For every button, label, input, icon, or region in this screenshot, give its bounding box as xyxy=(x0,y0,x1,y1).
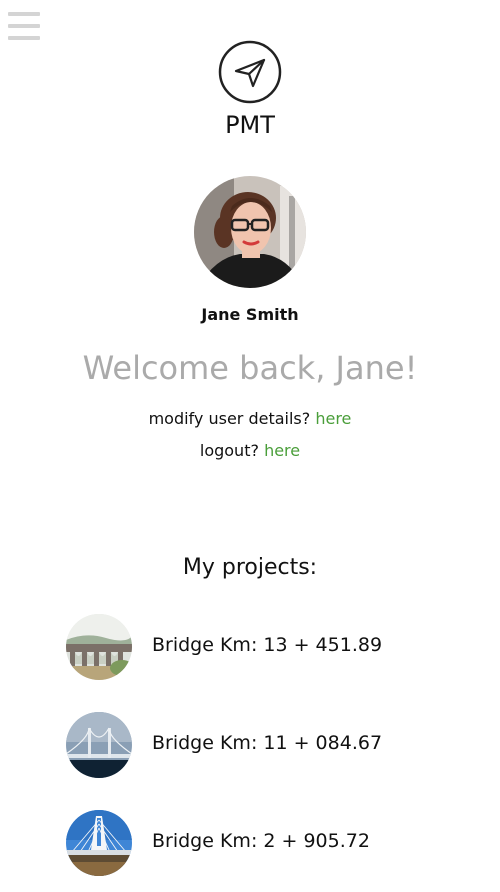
menu-bar xyxy=(8,12,40,16)
project-item[interactable]: Bridge Km: 13 + 451.89 xyxy=(66,614,446,680)
projects-heading: My projects: xyxy=(182,555,318,580)
page: PMT Jane Smith Welcome back, Jane! modif… xyxy=(0,0,500,892)
project-title: Bridge Km: 2 + 905.72 xyxy=(152,830,370,852)
modify-user-details-line: modify user details? here xyxy=(0,409,500,428)
project-thumbnail xyxy=(66,712,132,778)
user-name: Jane Smith xyxy=(201,305,299,324)
logout-link[interactable]: here xyxy=(264,441,300,460)
project-item[interactable]: Bridge Km: 2 + 905.72 xyxy=(66,810,446,876)
paper-plane-icon xyxy=(218,40,282,104)
project-title: Bridge Km: 13 + 451.89 xyxy=(152,634,383,656)
menu-bar xyxy=(8,36,40,40)
project-item[interactable]: Bridge Km: 11 + 084.67 xyxy=(66,712,446,778)
logout-line: logout? here xyxy=(0,441,500,460)
project-thumbnail xyxy=(66,810,132,876)
project-thumbnail xyxy=(66,614,132,680)
modify-user-details-link[interactable]: here xyxy=(315,409,351,428)
modify-user-details-label: modify user details? xyxy=(148,409,311,428)
avatar xyxy=(194,176,306,288)
menu-bar xyxy=(8,24,40,28)
app-title: PMT xyxy=(225,111,275,139)
hamburger-menu-icon[interactable] xyxy=(8,12,40,40)
project-title: Bridge Km: 11 + 084.67 xyxy=(152,732,383,754)
logout-label: logout? xyxy=(199,441,259,460)
welcome-message: Welcome back, Jane! xyxy=(82,349,418,387)
